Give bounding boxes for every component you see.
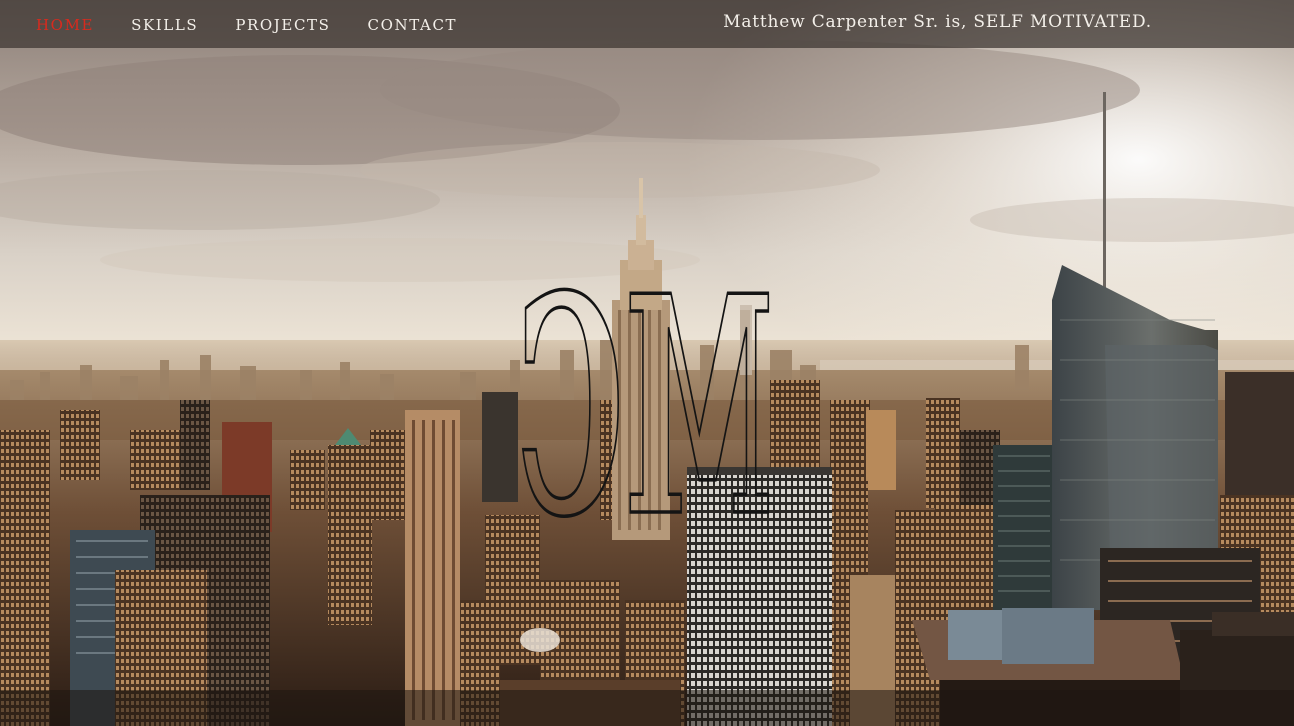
owner-name: Matthew Carpenter Sr.: [723, 12, 939, 32]
header-tagline: Matthew Carpenter Sr. is, SELF MOTIVATED…: [723, 0, 1152, 44]
top-navbar: HOME SKILLS PROJECTS CONTACT Matthew Car…: [0, 0, 1294, 48]
nav-link-home[interactable]: HOME: [36, 0, 94, 49]
primary-nav: HOME SKILLS PROJECTS CONTACT: [36, 0, 494, 48]
tagline-verb: is,: [945, 12, 968, 32]
monogram-text: MC: [516, 230, 774, 532]
page: HOME SKILLS PROJECTS CONTACT Matthew Car…: [0, 0, 1294, 726]
monogram-logo: MC: [514, 228, 776, 532]
tagline-trait: SELF MOTIVATED.: [973, 12, 1152, 32]
nav-link-projects[interactable]: PROJECTS: [235, 0, 330, 49]
nav-link-skills[interactable]: SKILLS: [131, 0, 198, 49]
nav-link-contact[interactable]: CONTACT: [368, 0, 458, 49]
